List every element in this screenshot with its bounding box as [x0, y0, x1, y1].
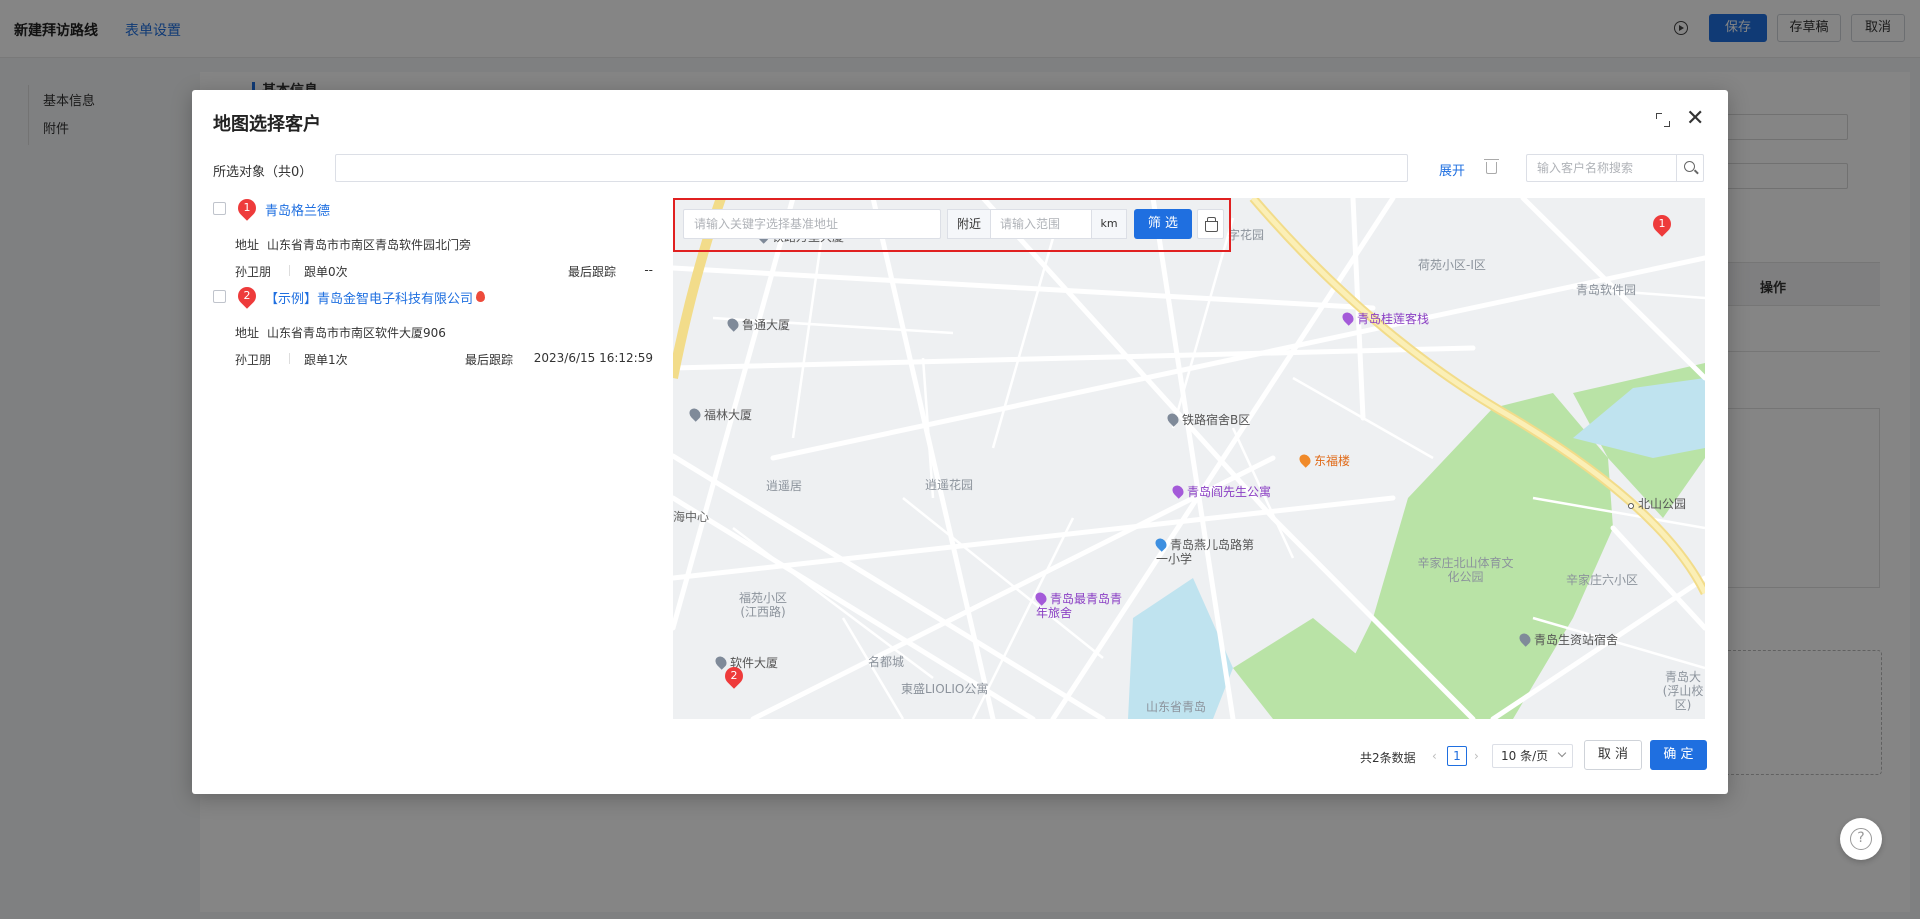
area-label: 字花园 — [1228, 228, 1265, 242]
poi-label: 北山公园 — [1626, 495, 1686, 512]
customer-name[interactable]: 【示例】青岛金智电子科技有限公司 — [265, 288, 473, 307]
customer-address: 山东省青岛市市南区青岛软件园北门旁 — [267, 238, 472, 252]
address-label: 地址 — [235, 326, 260, 340]
last-follow-label: 最后跟踪 — [465, 353, 514, 367]
filter-button[interactable]: 筛 选 — [1134, 209, 1192, 239]
poi-label: 东福楼 — [1297, 452, 1350, 469]
poi-label: 鲁通大厦 — [725, 316, 790, 333]
clear-icon[interactable] — [1197, 209, 1224, 239]
poi-label: 青岛燕儿岛路第一小学 — [1153, 536, 1256, 566]
customer-owner: 孙卫朋 — [235, 265, 272, 279]
poi-label: 福林大厦 — [687, 406, 752, 423]
area-label: 青岛大(浮山校区) — [1662, 670, 1704, 712]
unit-label: km — [1091, 209, 1127, 239]
filter-bar: 附近 km 筛 选 — [673, 198, 1231, 252]
help-icon: ? — [1850, 828, 1872, 850]
area-label: 海中心 — [673, 510, 710, 524]
last-follow-value: 2023/6/15 16:12:59 — [533, 351, 653, 365]
map-marker-1-icon[interactable]: 1 — [1649, 211, 1675, 237]
hot-icon — [476, 291, 485, 302]
chevron-down-icon — [1557, 748, 1567, 758]
fullscreen-icon[interactable] — [1656, 113, 1670, 127]
last-follow-label: 最后跟踪 — [568, 265, 617, 279]
poi-label: 青岛生资站宿舍 — [1517, 631, 1618, 648]
area-label: 山东省青岛 — [1146, 700, 1207, 714]
map-pin-icon: 2 — [234, 283, 260, 309]
trash-icon[interactable] — [1484, 159, 1499, 174]
search-icon[interactable] — [1676, 155, 1703, 181]
map-pin-icon: 1 — [234, 195, 260, 221]
customer-search-input[interactable] — [1527, 155, 1677, 181]
customer-owner: 孙卫朋 — [235, 353, 272, 367]
close-icon[interactable]: ✕ — [1686, 108, 1704, 130]
total-count: 共2条数据 — [1360, 751, 1416, 765]
selected-count-label: 所选对象（共0） — [213, 165, 313, 180]
range-input[interactable] — [990, 209, 1092, 239]
area-label: 逍遥居 — [766, 479, 803, 493]
last-follow-value: -- — [644, 263, 653, 277]
poi-label: 青岛阎先生公寓 — [1170, 483, 1271, 500]
poi-label: 铁路宿舍B区 — [1165, 411, 1250, 428]
modal-title: 地图选择客户 — [213, 114, 321, 135]
area-label: 福苑小区(江西路) — [738, 591, 787, 619]
modal-ok-button[interactable]: 确 定 — [1650, 740, 1707, 770]
area-label: 辛家庄北山体育文化公园 — [1417, 556, 1514, 584]
near-label: 附近 — [947, 209, 990, 239]
poi-label: 青岛最青岛青年旅舍 — [1033, 590, 1126, 620]
divider — [289, 265, 290, 276]
customer-checkbox[interactable] — [213, 202, 226, 215]
area-label: 名都城 — [868, 655, 905, 669]
customer-address: 山东省青岛市市南区软件大厦906 — [267, 326, 446, 340]
map-marker-2-icon[interactable]: 2 — [721, 663, 747, 689]
customer-checkbox[interactable] — [213, 290, 226, 303]
modal-cancel-button[interactable]: 取 消 — [1584, 740, 1642, 770]
keyword-address-input[interactable] — [683, 209, 941, 239]
area-label: 東盛LIOLIO公寓 — [901, 682, 989, 696]
divider — [289, 353, 290, 364]
area-label: 逍遥花园 — [925, 478, 974, 492]
follow-count: 跟单0次 — [304, 265, 348, 279]
address-label: 地址 — [235, 238, 260, 252]
customer-name[interactable]: 青岛格兰德 — [265, 200, 330, 219]
area-label: 辛家庄六小区 — [1566, 573, 1639, 587]
next-page-icon[interactable]: › — [1474, 749, 1479, 763]
prev-page-icon[interactable]: ‹ — [1432, 749, 1437, 763]
poi-label: 青岛桂莲客栈 — [1340, 310, 1429, 327]
expand-link[interactable]: 展开 — [1439, 160, 1465, 179]
help-button[interactable]: ? — [1840, 818, 1882, 860]
page-number[interactable]: 1 — [1447, 746, 1467, 766]
selected-objects-box[interactable] — [335, 154, 1408, 182]
follow-count: 跟单1次 — [304, 353, 348, 367]
list-item[interactable]: 2 【示例】青岛金智电子科技有限公司 地址 山东省青岛市市南区软件大厦906 孙… — [213, 283, 653, 371]
area-label: 荷苑小区-I区 — [1418, 258, 1486, 272]
map-select-modal: 地图选择客户 ✕ 所选对象（共0） 展开 1 青岛格兰德 地址 山东省青岛市市南… — [192, 90, 1728, 794]
map-canvas[interactable]: 铁路万里大厦 鲁通大厦 青岛桂莲客栈 福林大厦 铁路宿舍B区 东福楼 青岛阎先生… — [673, 198, 1705, 719]
area-label: 青岛软件园 — [1576, 283, 1637, 297]
page-size-select[interactable]: 10 条/页 — [1492, 744, 1573, 768]
customer-search — [1526, 154, 1704, 182]
list-item[interactable]: 1 青岛格兰德 地址 山东省青岛市市南区青岛软件园北门旁 孙卫朋 跟单0次 最后… — [213, 195, 653, 283]
